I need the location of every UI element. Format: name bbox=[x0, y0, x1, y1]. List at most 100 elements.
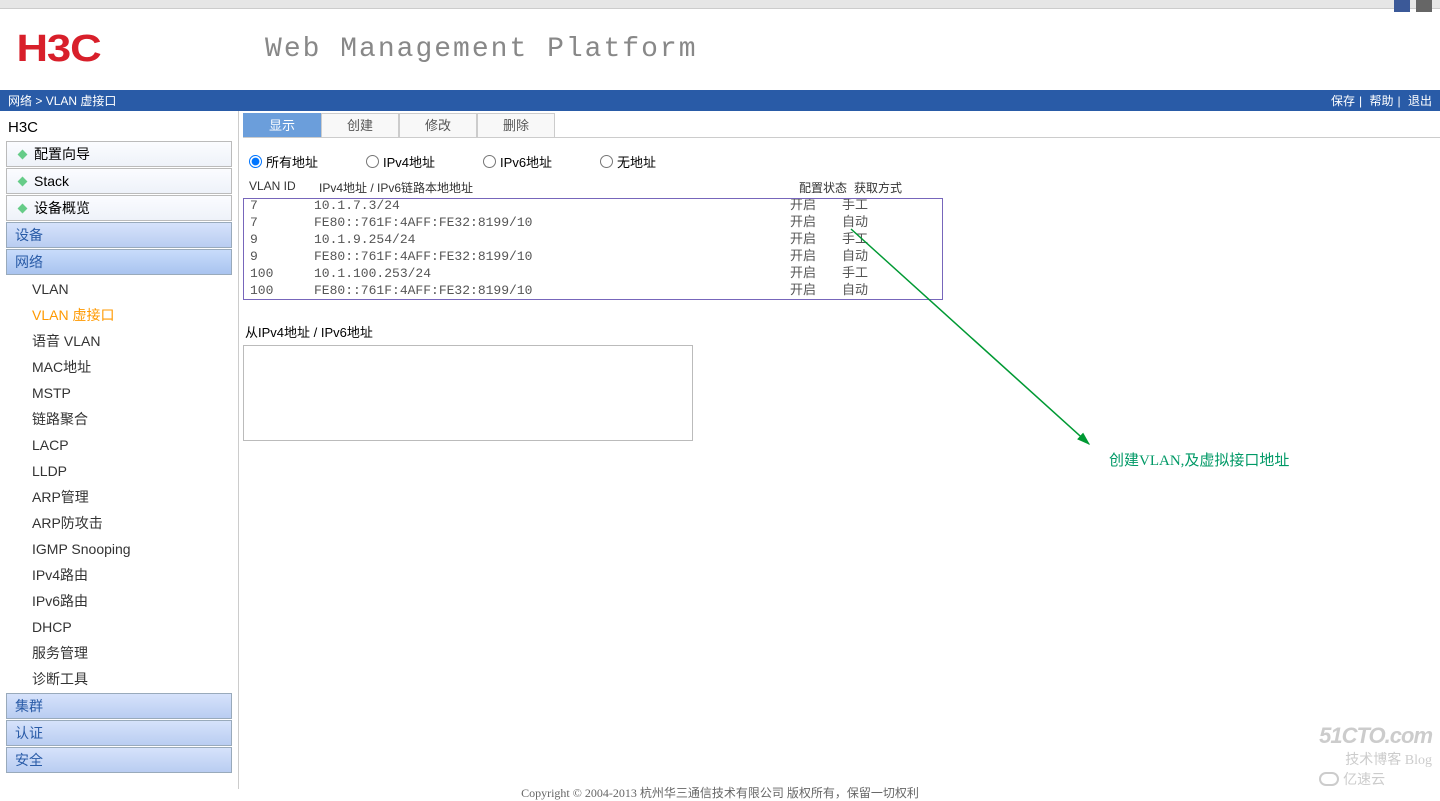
browser-chrome bbox=[0, 0, 1440, 9]
help-link[interactable]: 帮助 bbox=[1370, 94, 1394, 108]
sidebar-item-14[interactable]: 服务管理 bbox=[0, 640, 238, 666]
sidebar-top-0[interactable]: 配置向导 bbox=[6, 141, 232, 167]
sidebar[interactable]: H3C 配置向导 Stack 设备概览 设备 网络 VLANVLAN 虚接口语音 V… bbox=[0, 111, 239, 789]
chrome-icon-1 bbox=[1394, 0, 1410, 12]
radio-input-2[interactable] bbox=[483, 155, 496, 168]
cell-addr: 10.1.9.254/24 bbox=[314, 231, 790, 248]
sidebar-section-设备[interactable]: 设备 bbox=[6, 222, 232, 248]
sub-address-box[interactable] bbox=[243, 345, 693, 441]
radio-label-0: 所有地址 bbox=[266, 152, 318, 171]
sidebar-section-network[interactable]: 网络 bbox=[6, 249, 232, 275]
cell-addr: FE80::761F:4AFF:FE32:8199/10 bbox=[314, 248, 790, 265]
sidebar-section-after-1[interactable]: 认证 bbox=[6, 720, 232, 746]
sidebar-item-3[interactable]: MAC地址 bbox=[0, 354, 238, 380]
cell-addr: FE80::761F:4AFF:FE32:8199/10 bbox=[314, 214, 790, 231]
table-body[interactable]: 710.1.7.3/24开启手工7FE80::761F:4AFF:FE32:81… bbox=[243, 198, 943, 300]
sidebar-top-2[interactable]: 设备概览 bbox=[6, 195, 232, 221]
col-vlanid: VLAN ID bbox=[249, 179, 319, 196]
tab-修改[interactable]: 修改 bbox=[399, 113, 477, 137]
breadcrumb-sep: > bbox=[32, 94, 46, 108]
sidebar-item-12[interactable]: IPv6路由 bbox=[0, 588, 238, 614]
sidebar-item-0[interactable]: VLAN bbox=[0, 276, 238, 302]
save-link[interactable]: 保存 bbox=[1331, 94, 1355, 108]
watermark-line2: 技术博客 Blog bbox=[1319, 749, 1432, 769]
chrome-icon-2 bbox=[1416, 0, 1432, 12]
sidebar-top-label: 设备概览 bbox=[34, 198, 90, 218]
watermark: 51CTO.com 技术博客 Blog 亿速云 bbox=[1319, 723, 1432, 789]
sidebar-item-10[interactable]: IGMP Snooping bbox=[0, 536, 238, 562]
breadcrumb-bar: 网络 > VLAN 虚接口 保存| 帮助| 退出 bbox=[0, 90, 1440, 111]
radio-label-2: IPv6地址 bbox=[500, 152, 552, 171]
sidebar-item-15[interactable]: 诊断工具 bbox=[0, 666, 238, 692]
sidebar-section-after-2[interactable]: 安全 bbox=[6, 747, 232, 773]
radio-0[interactable]: 所有地址 bbox=[249, 152, 318, 171]
table-row[interactable]: 100FE80::761F:4AFF:FE32:8199/10开启自动 bbox=[244, 282, 942, 299]
radio-label-1: IPv4地址 bbox=[383, 152, 435, 171]
cell-mode: 自动 bbox=[842, 282, 902, 299]
sidebar-item-2[interactable]: 语音 VLAN bbox=[0, 328, 238, 354]
radio-3[interactable]: 无地址 bbox=[600, 152, 656, 171]
cell-mode: 手工 bbox=[842, 198, 902, 214]
sidebar-item-8[interactable]: ARP管理 bbox=[0, 484, 238, 510]
col-mode: 获取方式 bbox=[854, 179, 914, 196]
cell-mode: 自动 bbox=[842, 248, 902, 265]
radio-1[interactable]: IPv4地址 bbox=[366, 152, 435, 171]
footer-copyright: Copyright © 2004-2013 杭州华三通信技术有限公司 版权所有，… bbox=[0, 784, 1440, 801]
tab-创建[interactable]: 创建 bbox=[321, 113, 399, 137]
watermark-yisu-text: 亿速云 bbox=[1343, 769, 1385, 789]
sidebar-item-7[interactable]: LLDP bbox=[0, 458, 238, 484]
tab-显示[interactable]: 显示 bbox=[243, 113, 321, 137]
breadcrumb: 网络 > VLAN 虚接口 bbox=[8, 92, 116, 109]
cell-vlan: 9 bbox=[250, 248, 314, 265]
table-row[interactable]: 710.1.7.3/24开启手工 bbox=[244, 198, 942, 214]
sidebar-item-1[interactable]: VLAN 虚接口 bbox=[0, 302, 238, 328]
logout-link[interactable]: 退出 bbox=[1408, 94, 1432, 108]
cell-state: 开启 bbox=[790, 265, 842, 282]
table-row[interactable]: 910.1.9.254/24开启手工 bbox=[244, 231, 942, 248]
cell-state: 开启 bbox=[790, 282, 842, 299]
cell-vlan: 9 bbox=[250, 231, 314, 248]
sidebar-item-11[interactable]: IPv4路由 bbox=[0, 562, 238, 588]
radio-input-1[interactable] bbox=[366, 155, 379, 168]
page-header: H3C Web Management Platform bbox=[0, 9, 1440, 90]
sidebar-section-after-0[interactable]: 集群 bbox=[6, 693, 232, 719]
table-row[interactable]: 10010.1.100.253/24开启手工 bbox=[244, 265, 942, 282]
radio-label-3: 无地址 bbox=[617, 152, 656, 171]
sidebar-top-1[interactable]: Stack bbox=[6, 168, 232, 194]
radio-input-3[interactable] bbox=[600, 155, 613, 168]
platform-title: Web Management Platform bbox=[265, 34, 697, 65]
device-root-label: H3C bbox=[0, 115, 238, 140]
tab-bar: 显示创建修改删除 bbox=[243, 113, 1440, 138]
table-row[interactable]: 9FE80::761F:4AFF:FE32:8199/10开启自动 bbox=[244, 248, 942, 265]
watermark-yisu: 亿速云 bbox=[1319, 769, 1432, 789]
cell-vlan: 7 bbox=[250, 214, 314, 231]
breadcrumb-part1: 网络 bbox=[8, 94, 32, 108]
sidebar-top-label: 配置向导 bbox=[34, 144, 90, 164]
cell-addr: 10.1.100.253/24 bbox=[314, 265, 790, 282]
top-actions: 保存| 帮助| 退出 bbox=[1331, 92, 1432, 109]
annotation-text: 创建VLAN,及虚拟接口地址 bbox=[1109, 449, 1289, 470]
cell-state: 开启 bbox=[790, 231, 842, 248]
radio-2[interactable]: IPv6地址 bbox=[483, 152, 552, 171]
sidebar-item-4[interactable]: MSTP bbox=[0, 380, 238, 406]
sidebar-section-network-label: 网络 bbox=[15, 252, 43, 272]
tab-删除[interactable]: 删除 bbox=[477, 113, 555, 137]
cell-vlan: 7 bbox=[250, 198, 314, 214]
cell-mode: 手工 bbox=[842, 231, 902, 248]
cell-vlan: 100 bbox=[250, 265, 314, 282]
diamond-icon bbox=[18, 149, 28, 159]
breadcrumb-part2: VLAN 虚接口 bbox=[46, 94, 117, 108]
sidebar-item-9[interactable]: ARP防攻击 bbox=[0, 510, 238, 536]
sidebar-item-13[interactable]: DHCP bbox=[0, 614, 238, 640]
diamond-icon bbox=[18, 176, 28, 186]
sidebar-item-5[interactable]: 链路聚合 bbox=[0, 406, 238, 432]
cell-state: 开启 bbox=[790, 198, 842, 214]
radio-input-0[interactable] bbox=[249, 155, 262, 168]
cloud-icon bbox=[1319, 772, 1339, 786]
table-row[interactable]: 7FE80::761F:4AFF:FE32:8199/10开启自动 bbox=[244, 214, 942, 231]
logo: H3C bbox=[17, 28, 101, 71]
main-content: 显示创建修改删除 所有地址IPv4地址IPv6地址无地址 VLAN ID IPv… bbox=[239, 111, 1440, 789]
sidebar-top-label: Stack bbox=[34, 173, 69, 189]
cell-state: 开启 bbox=[790, 248, 842, 265]
sidebar-item-6[interactable]: LACP bbox=[0, 432, 238, 458]
